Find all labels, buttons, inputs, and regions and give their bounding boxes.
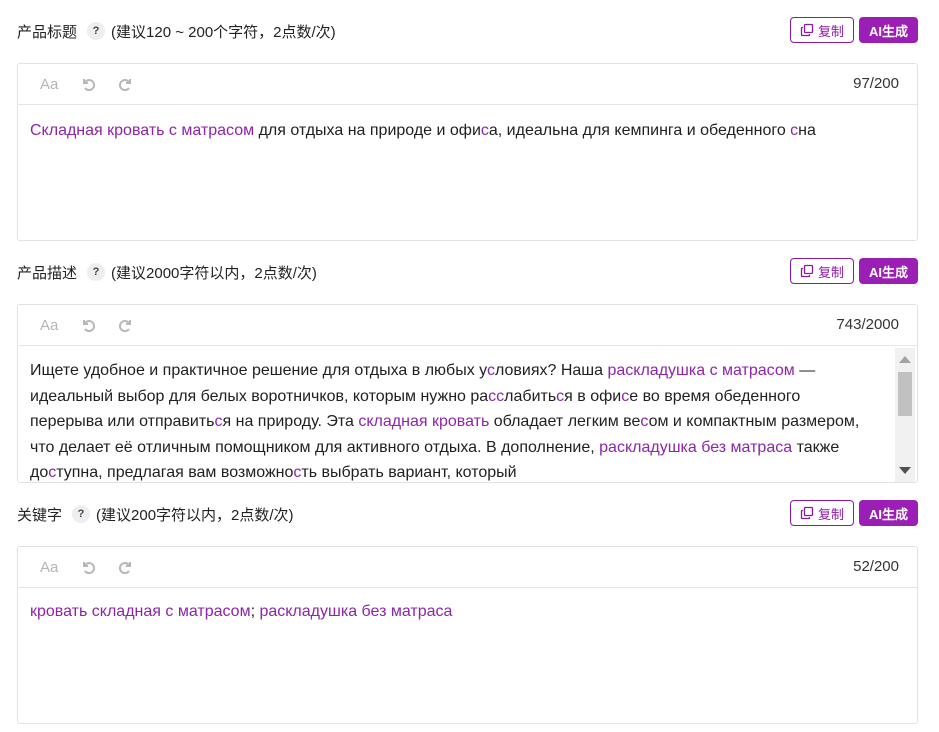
keywords-editor: Aa 52/200 кровать складная с матрасом; р… xyxy=(17,546,918,724)
undo-icon[interactable] xyxy=(80,76,96,92)
scroll-down-icon[interactable] xyxy=(899,467,911,474)
keyword-highlight: Складная кровать с матрасом xyxy=(30,122,255,139)
ai-generate-button[interactable]: AI生成 xyxy=(858,258,918,284)
text-segment: тупна, предлагая вам возможно xyxy=(56,464,294,481)
font-format-button[interactable]: Aa xyxy=(40,317,58,334)
keywords-hint: (建议200字符以内，2点数/次) xyxy=(96,506,294,524)
editor-toolbar: Aa 743/2000 xyxy=(18,305,917,346)
copy-button-label: 复制 xyxy=(817,264,844,280)
keyword-highlight: раскладушка с матрасом xyxy=(607,362,795,379)
keywords-text-area[interactable]: кровать складная с матрасом; раскладушка… xyxy=(18,588,917,637)
text-segment: на xyxy=(798,122,816,139)
keywords-header: 关键字 ? (建议200字符以内，2点数/次) 复制 AI生成 xyxy=(17,498,918,530)
description-actions: 复制 AI生成 xyxy=(789,258,918,284)
keyword-highlight: сс xyxy=(488,387,505,405)
text-segment: лабить xyxy=(504,387,557,405)
title-label: 产品标题 xyxy=(17,23,78,41)
text-segment: я на природу. Эта xyxy=(222,413,359,430)
copy-icon xyxy=(800,506,814,520)
copy-button[interactable]: 复制 xyxy=(789,258,854,284)
title-editor: Aa 97/200 Складная кровать с матрасом дл… xyxy=(17,63,918,241)
copy-button[interactable]: 复制 xyxy=(789,500,854,526)
char-counter: 743/2000 xyxy=(836,316,899,333)
redo-icon[interactable] xyxy=(118,76,134,92)
keyword-highlight: раскладушка без матраса xyxy=(259,603,453,620)
ai-generate-button[interactable]: AI生成 xyxy=(858,500,918,526)
help-icon[interactable]: ? xyxy=(87,22,106,40)
redo-icon[interactable] xyxy=(118,317,134,333)
title-hint: (建议120 ~ 200个字符，2点数/次) xyxy=(111,23,336,41)
copy-button-label: 复制 xyxy=(817,506,844,522)
keyword-highlight: с xyxy=(640,413,649,430)
description-section: 产品描述 ? (建议2000字符以内，2点数/次) 复制 AI生成 Aa 743… xyxy=(17,256,918,483)
title-section: 产品标题 ? (建议120 ~ 200个字符，2点数/次) 复制 AI生成 Aa… xyxy=(17,15,918,241)
description-editor: Aa 743/2000 Ищете удобное и практичное р… xyxy=(17,304,918,483)
undo-icon[interactable] xyxy=(80,559,96,575)
undo-icon[interactable] xyxy=(80,317,96,333)
text-segment: обладает легким ве xyxy=(489,413,641,430)
help-icon[interactable]: ? xyxy=(87,263,106,281)
ai-generate-button[interactable]: AI生成 xyxy=(858,17,918,43)
text-segment: ловиях? Наша xyxy=(494,362,608,379)
title-actions: 复制 AI生成 xyxy=(789,17,918,43)
keyword-highlight: с xyxy=(480,122,489,139)
keywords-section: 关键字 ? (建议200字符以内，2点数/次) 复制 AI生成 Aa 52/20… xyxy=(17,498,918,724)
char-counter: 52/200 xyxy=(853,558,899,575)
keyword-highlight: с xyxy=(486,362,495,379)
copy-icon xyxy=(800,264,814,278)
title-header: 产品标题 ? (建议120 ~ 200个字符，2点数/次) 复制 AI生成 xyxy=(17,15,918,47)
font-format-button[interactable]: Aa xyxy=(40,76,58,93)
redo-icon[interactable] xyxy=(118,559,134,575)
description-hint: (建议2000字符以内，2点数/次) xyxy=(111,264,317,282)
keyword-highlight: кровать складная с матрасом xyxy=(30,603,251,620)
keyword-highlight: с xyxy=(790,122,799,139)
title-text-area[interactable]: Складная кровать с матрасом для отдыха н… xyxy=(18,105,917,156)
keyword-highlight: с xyxy=(214,413,223,430)
copy-button-label: 复制 xyxy=(817,23,844,39)
keyword-highlight: раскладушка без матраса xyxy=(599,438,793,456)
keyword-highlight: с xyxy=(556,387,565,405)
vertical-scrollbar[interactable] xyxy=(895,348,915,482)
copy-icon xyxy=(800,23,814,37)
keywords-actions: 复制 AI生成 xyxy=(789,500,918,526)
keyword-highlight: складная кровать xyxy=(358,413,490,430)
keywords-label: 关键字 xyxy=(17,506,63,524)
text-segment: ть выбрать вариант, который xyxy=(301,464,517,481)
editor-toolbar: Aa 97/200 xyxy=(18,64,917,105)
text-segment: Ищете удобное и практичное решение для о… xyxy=(30,362,487,379)
description-label: 产品描述 xyxy=(17,264,78,282)
text-segment: для отдыха на природе и офи xyxy=(254,122,481,139)
editor-toolbar: Aa 52/200 xyxy=(18,547,917,588)
scroll-up-icon[interactable] xyxy=(899,356,911,363)
description-scroll-area[interactable]: Ищете удобное и практичное решение для о… xyxy=(18,346,917,482)
font-format-button[interactable]: Aa xyxy=(40,559,58,576)
text-segment: я в офи xyxy=(564,387,622,405)
help-icon[interactable]: ? xyxy=(72,505,91,523)
scrollbar-thumb[interactable] xyxy=(898,372,912,416)
description-header: 产品描述 ? (建议2000字符以内，2点数/次) 复制 AI生成 xyxy=(17,256,918,288)
description-text-area[interactable]: Ищете удобное и практичное решение для о… xyxy=(18,346,917,482)
copy-button[interactable]: 复制 xyxy=(789,17,854,43)
text-segment: а, идеальна для кемпинга и обеденного xyxy=(488,122,791,139)
char-counter: 97/200 xyxy=(853,75,899,92)
